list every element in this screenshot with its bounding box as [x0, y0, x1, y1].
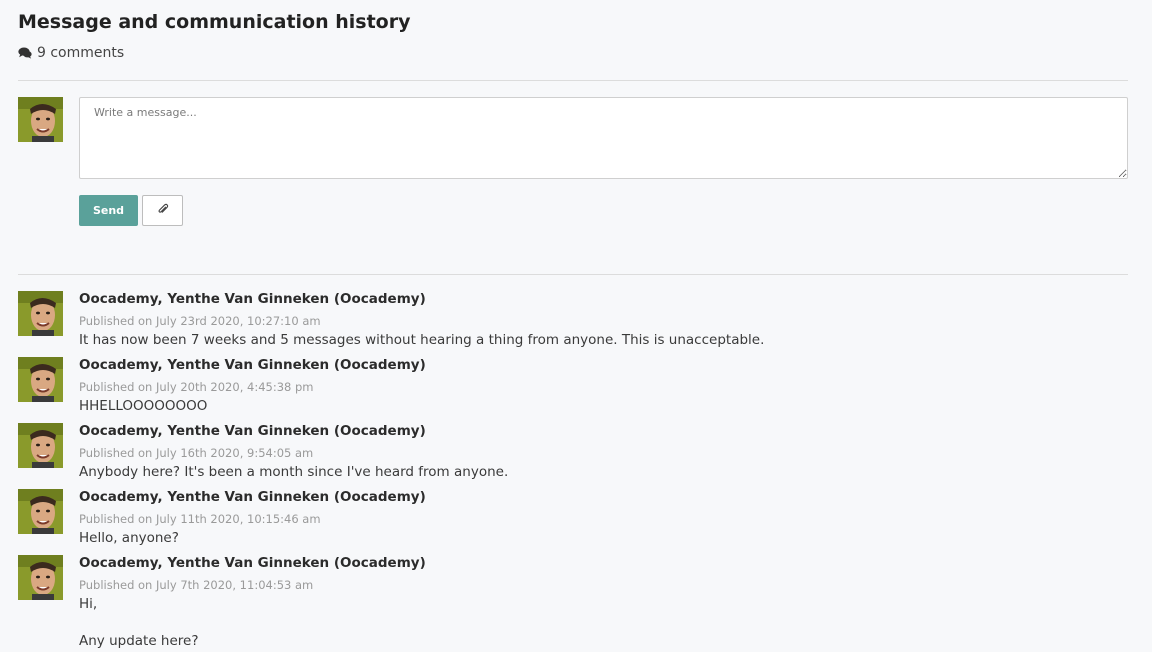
message-date: Published on July 7th 2020, 11:04:53 am: [79, 578, 314, 592]
header-divider: [18, 80, 1128, 81]
comments-icon: [18, 47, 32, 59]
message-item: Oocademy, Yenthe Van Ginneken (Oocademy)…: [18, 357, 1128, 417]
message-date: Published on July 11th 2020, 10:15:46 am: [79, 512, 321, 526]
message-body: Any update here?: [79, 633, 199, 649]
send-button[interactable]: Send: [79, 195, 138, 226]
message-item: Oocademy, Yenthe Van Ginneken (Oocademy)…: [18, 555, 1128, 652]
message-date: Published on July 23rd 2020, 10:27:10 am: [79, 314, 321, 328]
message-item: Oocademy, Yenthe Van Ginneken (Oocademy)…: [18, 423, 1128, 483]
message-body: Hello, anyone?: [79, 530, 179, 546]
message-item: Oocademy, Yenthe Van Ginneken (Oocademy)…: [18, 291, 1128, 351]
message-date: Published on July 16th 2020, 9:54:05 am: [79, 446, 314, 460]
message-author: Oocademy, Yenthe Van Ginneken (Oocademy): [79, 291, 426, 307]
avatar: [18, 489, 63, 534]
message-date: Published on July 20th 2020, 4:45:38 pm: [79, 380, 314, 394]
paperclip-icon: [157, 203, 169, 218]
avatar: [18, 97, 63, 142]
message-author: Oocademy, Yenthe Van Ginneken (Oocademy): [79, 423, 426, 439]
message-body: HHELLOOOOOOOO: [79, 398, 208, 414]
message-body: Anybody here? It's been a month since I'…: [79, 464, 509, 480]
message-input[interactable]: [79, 97, 1128, 179]
message-history-page: Message and communication history 9 comm…: [0, 0, 1152, 652]
avatar: [18, 555, 63, 600]
comments-count-label: 9 comments: [37, 45, 125, 61]
message-body: Hi,: [79, 596, 98, 612]
avatar: [18, 291, 63, 336]
message-body: It has now been 7 weeks and 5 messages w…: [79, 332, 765, 348]
comments-count: 9 comments: [18, 45, 124, 61]
composer-divider: [18, 274, 1128, 275]
avatar: [18, 357, 63, 402]
message-author: Oocademy, Yenthe Van Ginneken (Oocademy): [79, 555, 426, 571]
message-item: Oocademy, Yenthe Van Ginneken (Oocademy)…: [18, 489, 1128, 549]
page-title: Message and communication history: [18, 11, 411, 33]
avatar: [18, 423, 63, 468]
message-author: Oocademy, Yenthe Van Ginneken (Oocademy): [79, 357, 426, 373]
message-author: Oocademy, Yenthe Van Ginneken (Oocademy): [79, 489, 426, 505]
attach-button[interactable]: [142, 195, 183, 226]
